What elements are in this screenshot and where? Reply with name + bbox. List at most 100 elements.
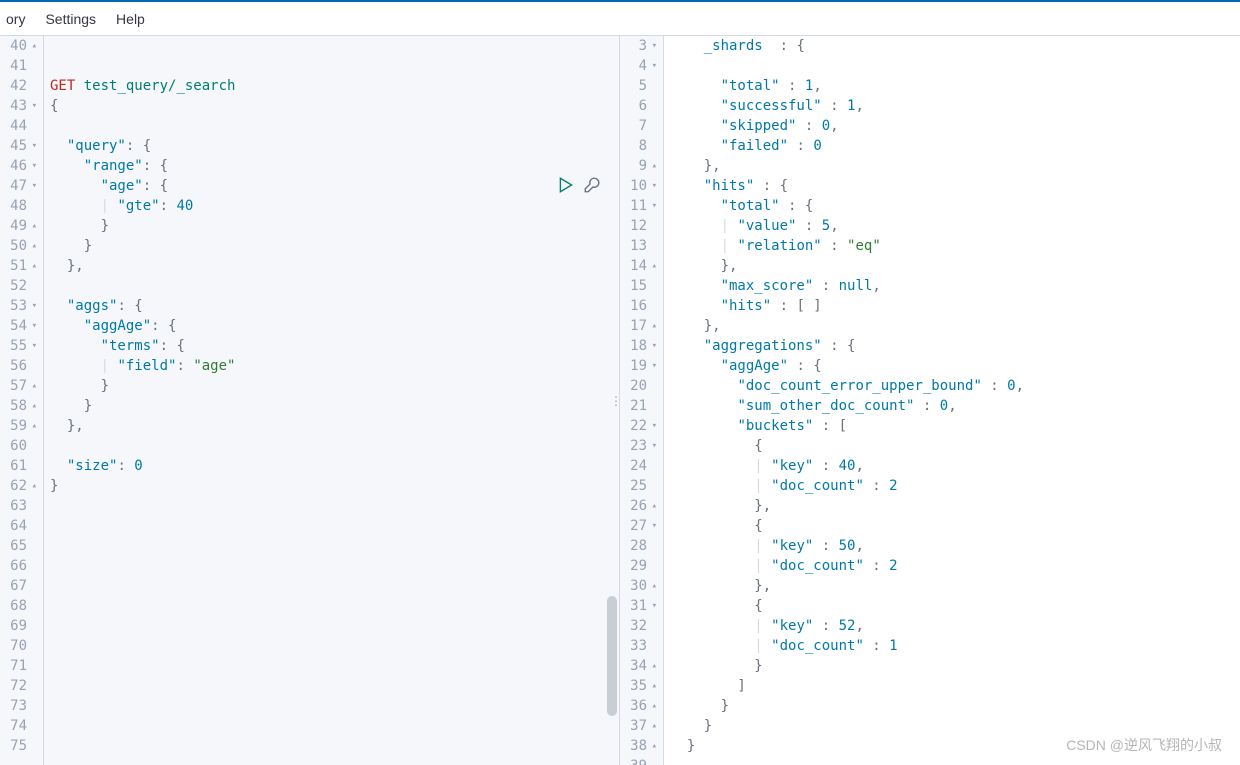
fold-toggle-icon[interactable]: ▴ [29, 216, 37, 236]
fold-toggle-icon[interactable]: ▴ [29, 376, 37, 396]
fold-toggle-icon[interactable]: ▴ [29, 396, 37, 416]
fold-toggle-icon[interactable]: ▴ [649, 716, 657, 736]
response-viewer[interactable]: _shards : { "total" : 1, "successful" : … [664, 36, 1240, 765]
code-line[interactable]: "doc_count_error_upper_bound" : 0, [670, 376, 1240, 396]
code-line[interactable]: "aggs": { [50, 296, 619, 316]
fold-toggle-icon[interactable]: ▾ [29, 96, 37, 116]
code-line[interactable]: ] [670, 676, 1240, 696]
fold-toggle-icon[interactable]: ▴ [649, 696, 657, 716]
request-editor[interactable]: GET test_query/_search{ "query": { "rang… [44, 36, 619, 765]
code-line[interactable]: } [50, 236, 619, 256]
code-line[interactable]: } [50, 476, 619, 496]
code-line[interactable]: GET test_query/_search [50, 76, 619, 96]
pane-divider-handle[interactable]: ⋮ [610, 394, 620, 408]
code-line[interactable] [50, 536, 619, 556]
fold-toggle-icon[interactable]: ▾ [29, 296, 37, 316]
code-line[interactable]: | "doc_count" : 2 [670, 556, 1240, 576]
fold-toggle-icon[interactable]: ▴ [649, 676, 657, 696]
fold-toggle-icon[interactable]: ▾ [649, 336, 657, 356]
fold-toggle-icon[interactable]: ▴ [649, 316, 657, 336]
code-line[interactable]: "hits" : [ ] [670, 296, 1240, 316]
code-line[interactable]: { [670, 596, 1240, 616]
fold-toggle-icon[interactable]: ▾ [29, 176, 37, 196]
fold-toggle-icon[interactable]: ▴ [649, 656, 657, 676]
code-line[interactable]: "max_score" : null, [670, 276, 1240, 296]
code-line[interactable]: { [670, 516, 1240, 536]
fold-toggle-icon[interactable]: ▾ [649, 596, 657, 616]
fold-toggle-icon[interactable]: ▴ [649, 156, 657, 176]
fold-toggle-icon[interactable]: ▾ [649, 176, 657, 196]
code-line[interactable]: "size": 0 [50, 456, 619, 476]
code-line[interactable]: | "key" : 52, [670, 616, 1240, 636]
menu-settings[interactable]: Settings [45, 11, 96, 27]
code-line[interactable]: "total" : 1, [670, 76, 1240, 96]
code-line[interactable] [50, 736, 619, 756]
code-line[interactable]: | "value" : 5, [670, 216, 1240, 236]
code-line[interactable]: | "doc_count" : 1 [670, 636, 1240, 656]
fold-toggle-icon[interactable]: ▾ [649, 436, 657, 456]
code-line[interactable]: "range": { [50, 156, 619, 176]
code-line[interactable]: | "gte": 40 [50, 196, 619, 216]
code-line[interactable]: }, [50, 416, 619, 436]
code-line[interactable] [50, 36, 619, 56]
code-line[interactable]: } [50, 376, 619, 396]
code-line[interactable]: }, [670, 256, 1240, 276]
fold-toggle-icon[interactable]: ▾ [649, 416, 657, 436]
fold-toggle-icon[interactable]: ▴ [649, 576, 657, 596]
code-line[interactable]: | "field": "age" [50, 356, 619, 376]
code-line[interactable]: "terms": { [50, 336, 619, 356]
code-line[interactable]: { [50, 96, 619, 116]
code-line[interactable]: } [670, 736, 1240, 756]
code-line[interactable] [50, 596, 619, 616]
code-line[interactable]: "aggAge": { [50, 316, 619, 336]
code-line[interactable]: "total" : { [670, 196, 1240, 216]
fold-toggle-icon[interactable]: ▴ [29, 476, 37, 496]
code-line[interactable]: | "key" : 50, [670, 536, 1240, 556]
code-line[interactable] [50, 496, 619, 516]
code-line[interactable] [50, 636, 619, 656]
code-line[interactable]: "buckets" : [ [670, 416, 1240, 436]
code-line[interactable]: } [50, 396, 619, 416]
code-line[interactable] [50, 276, 619, 296]
code-line[interactable]: _shards : { [670, 36, 1240, 56]
code-line[interactable]: }, [50, 256, 619, 276]
fold-toggle-icon[interactable]: ▾ [29, 316, 37, 336]
fold-toggle-icon[interactable]: ▴ [29, 256, 37, 276]
code-line[interactable]: | "doc_count" : 2 [670, 476, 1240, 496]
code-line[interactable] [50, 556, 619, 576]
code-line[interactable]: "hits" : { [670, 176, 1240, 196]
fold-toggle-icon[interactable]: ▴ [29, 416, 37, 436]
fold-toggle-icon[interactable]: ▾ [649, 516, 657, 536]
code-line[interactable] [50, 576, 619, 596]
code-line[interactable]: "aggAge" : { [670, 356, 1240, 376]
code-line[interactable]: "aggregations" : { [670, 336, 1240, 356]
fold-toggle-icon[interactable]: ▴ [649, 736, 657, 756]
code-line[interactable]: "age": { [50, 176, 619, 196]
fold-toggle-icon[interactable]: ▾ [649, 36, 657, 56]
code-line[interactable]: "failed" : 0 [670, 136, 1240, 156]
fold-toggle-icon[interactable]: ▾ [29, 136, 37, 156]
code-line[interactable] [50, 56, 619, 76]
code-line[interactable] [50, 696, 619, 716]
fold-toggle-icon[interactable]: ▴ [649, 496, 657, 516]
code-line[interactable] [50, 516, 619, 536]
wrench-icon[interactable] [583, 176, 601, 194]
fold-toggle-icon[interactable]: ▴ [649, 256, 657, 276]
code-line[interactable]: } [50, 216, 619, 236]
code-line[interactable]: "successful" : 1, [670, 96, 1240, 116]
play-icon[interactable] [557, 176, 575, 194]
code-line[interactable]: } [670, 696, 1240, 716]
menu-history[interactable]: ory [6, 11, 25, 27]
code-line[interactable]: } [670, 656, 1240, 676]
code-line[interactable] [50, 716, 619, 736]
code-line[interactable]: | "key" : 40, [670, 456, 1240, 476]
fold-toggle-icon[interactable]: ▾ [29, 156, 37, 176]
code-line[interactable]: "query": { [50, 136, 619, 156]
code-line[interactable] [50, 436, 619, 456]
code-line[interactable] [50, 616, 619, 636]
fold-toggle-icon[interactable]: ▾ [649, 356, 657, 376]
code-line[interactable]: } [670, 716, 1240, 736]
fold-toggle-icon[interactable]: ▴ [29, 36, 37, 56]
code-line[interactable]: }, [670, 576, 1240, 596]
menu-help[interactable]: Help [116, 11, 145, 27]
